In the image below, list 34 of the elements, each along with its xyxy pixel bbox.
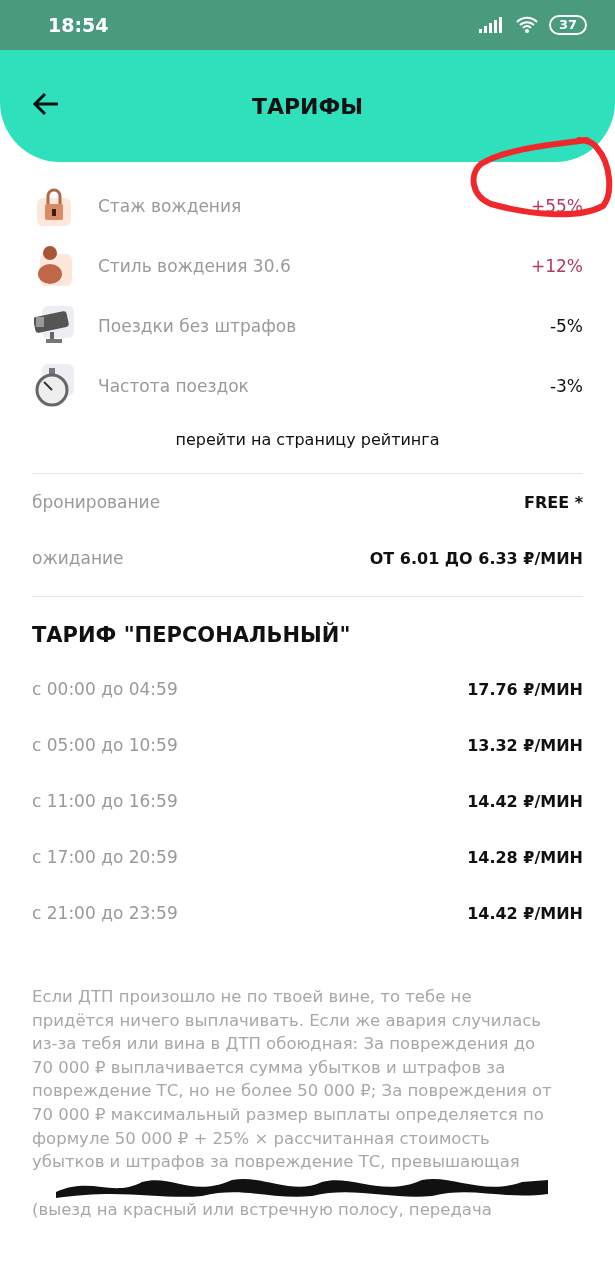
tariff-period: с 05:00 до 10:59 <box>32 735 178 755</box>
tariff-period: с 00:00 до 04:59 <box>32 679 178 699</box>
tariff-price: 13.32 ₽/МИН <box>467 735 583 755</box>
tariff-price: 17.76 ₽/МИН <box>467 679 583 699</box>
notice-text-continued: (выезд на красный или встречную полосу, передача <box>32 1198 493 1221</box>
notice-text: Если ДТП произошло не по твоей вине, то тебе не придётся ничего выплачивать. Если же авария случилась из-за тебя или вина в ДТП обоюдная: За повреждения до 70 000 ₽ выплачивается сумма убытков и штрафов за повреждение ТС, но не более 50 000 ₽; За повреждения от 70 000 ₽ максимальный размер выплаты определяется по формуле 50 000 ₽ + 25% × рассчитанная стоимость убытков и штрафов за повреждение ТС, превышающая <box>32 986 552 1174</box>
signal-icon <box>478 17 505 33</box>
wifi-icon <box>514 16 539 34</box>
figure-icon <box>36 244 72 288</box>
page-title: ТАРИФЫ <box>251 93 364 119</box>
tariff-period: с 21:00 до 23:59 <box>32 903 178 923</box>
status-time: 18:54 <box>48 14 109 36</box>
factor-label: Частота поездок <box>98 376 250 396</box>
tariff-price: 14.28 ₽/МИН <box>467 847 583 867</box>
padlock-icon <box>37 186 71 226</box>
rating-page-link[interactable]: перейти на страницу рейтинга <box>175 430 440 449</box>
fee-label: ожидание <box>32 548 124 568</box>
stopwatch-icon <box>34 364 74 408</box>
factor-label: Поездки без штрафов <box>98 316 298 336</box>
fee-value: ОТ 6.01 ДО 6.33 ₽/МИН <box>369 548 583 568</box>
tariff-period: с 11:00 до 16:59 <box>32 791 178 811</box>
factor-value: +12% <box>530 256 583 276</box>
tariff-title: ТАРИФ "ПЕРСОНАЛЬНЫЙ" <box>32 623 352 647</box>
factor-label: Стиль вождения 30.6 <box>98 256 292 276</box>
fee-value: FREE * <box>523 492 583 512</box>
tariff-period: с 17:00 до 20:59 <box>32 847 178 867</box>
factor-value: -5% <box>549 316 583 336</box>
tariff-price: 14.42 ₽/МИН <box>467 903 583 923</box>
security-camera-icon <box>34 306 74 346</box>
battery-indicator: 37 <box>548 15 587 35</box>
factor-label: Стаж вождения <box>98 196 243 216</box>
factor-value: -3% <box>549 376 583 396</box>
tariff-price: 14.42 ₽/МИН <box>467 791 583 811</box>
fee-label: бронирование <box>32 492 161 512</box>
